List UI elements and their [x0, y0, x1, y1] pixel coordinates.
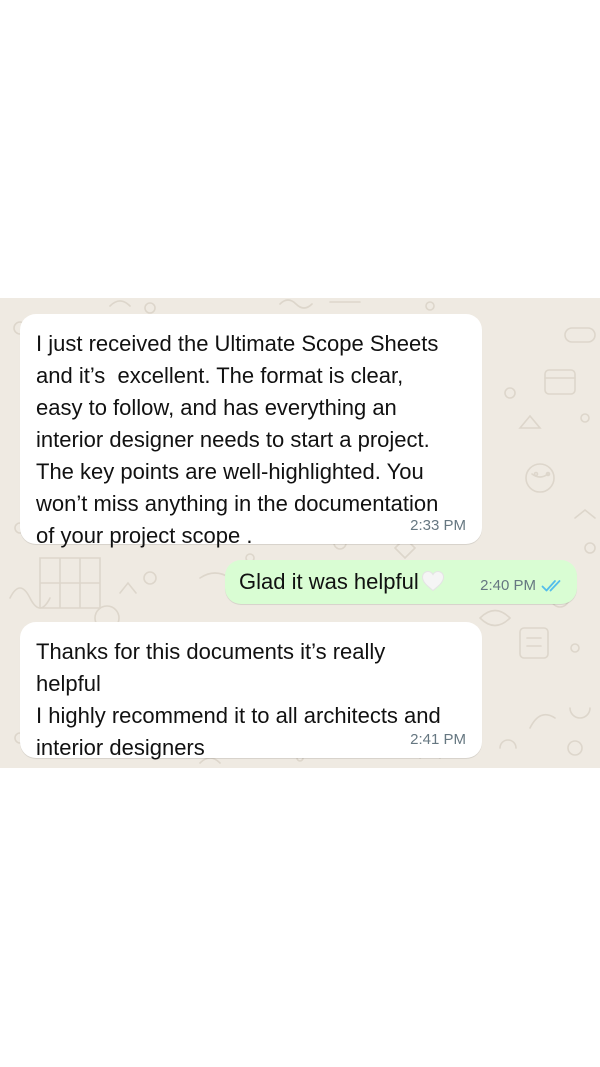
message-text: Thanks for this documents it’s really he… — [36, 639, 441, 760]
timestamp-text: 2:40 PM — [480, 577, 536, 594]
page: I just received the Ultimate Scope Sheet… — [0, 0, 600, 1067]
outgoing-message[interactable]: Glad it was helpful 2:40 PM — [225, 560, 577, 604]
message-text: I just received the Ultimate Scope Sheet… — [36, 331, 439, 548]
double-check-read-icon — [541, 580, 561, 592]
incoming-message[interactable]: Thanks for this documents it’s really he… — [20, 622, 482, 760]
message-timestamp: 2:40 PM — [480, 577, 563, 595]
message-timestamp: 2:33 PM — [410, 517, 466, 535]
timestamp-text: 2:33 PM — [410, 517, 466, 534]
timestamp-text: 2:41 PM — [410, 731, 466, 748]
white-heart-icon — [421, 570, 444, 592]
chat-area[interactable]: I just received the Ultimate Scope Sheet… — [0, 298, 600, 768]
message-text: Glad it was helpful — [239, 569, 419, 594]
message-timestamp: 2:41 PM — [410, 731, 466, 749]
incoming-message[interactable]: I just received the Ultimate Scope Sheet… — [20, 314, 482, 548]
